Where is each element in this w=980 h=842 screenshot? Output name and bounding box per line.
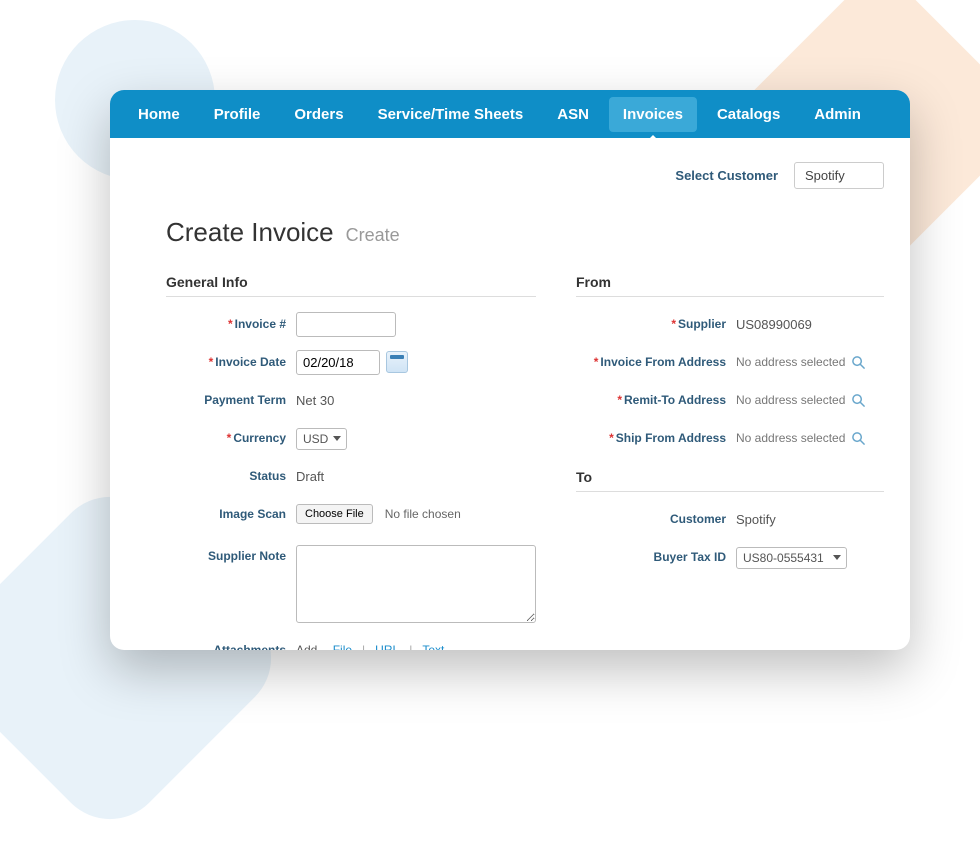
attachment-text-link[interactable]: Text	[422, 643, 444, 650]
invoice-number-label: Invoice #	[235, 317, 286, 331]
choose-file-button[interactable]: Choose File	[296, 504, 373, 524]
nav-profile[interactable]: Profile	[200, 97, 275, 132]
invoice-from-address-label: Invoice From Address	[600, 355, 726, 369]
invoice-date-label: Invoice Date	[215, 355, 286, 369]
supplier-note-label: Supplier Note	[208, 549, 286, 563]
supplier-note-textarea[interactable]	[296, 545, 536, 623]
supplier-value: US08990069	[736, 317, 884, 332]
nav-invoices[interactable]: Invoices	[609, 97, 697, 132]
to-customer-label: Customer	[670, 512, 726, 526]
page-title: Create Invoice Create	[166, 217, 884, 248]
search-icon[interactable]	[851, 431, 866, 446]
ship-from-address-label: Ship From Address	[616, 431, 726, 445]
remit-to-address-value: No address selected	[736, 393, 845, 407]
nav-orders[interactable]: Orders	[280, 97, 357, 132]
buyer-tax-id-label: Buyer Tax ID	[654, 550, 726, 564]
content-area: Select Customer Spotify Create Invoice C…	[110, 138, 910, 650]
status-value: Draft	[296, 469, 536, 484]
invoice-date-input[interactable]	[296, 350, 380, 375]
nav-admin[interactable]: Admin	[800, 97, 875, 132]
nav-catalogs[interactable]: Catalogs	[703, 97, 794, 132]
general-info-heading: General Info	[166, 274, 536, 297]
page-title-main: Create Invoice	[166, 217, 334, 248]
payment-term-label: Payment Term	[204, 393, 286, 407]
supplier-label: Supplier	[678, 317, 726, 331]
search-icon[interactable]	[851, 355, 866, 370]
from-heading: From	[576, 274, 884, 297]
app-window: Home Profile Orders Service/Time Sheets …	[110, 90, 910, 650]
search-icon[interactable]	[851, 393, 866, 408]
currency-label: Currency	[233, 431, 286, 445]
select-customer-row: Select Customer Spotify	[166, 162, 884, 189]
invoice-from-address-value: No address selected	[736, 355, 845, 369]
currency-select[interactable]: USD	[296, 428, 347, 450]
buyer-tax-id-select[interactable]: US80-0555431	[736, 547, 847, 569]
nav-asn[interactable]: ASN	[543, 97, 603, 132]
ship-from-address-value: No address selected	[736, 431, 845, 445]
file-status-text: No file chosen	[385, 507, 461, 521]
nav-home[interactable]: Home	[124, 97, 194, 132]
nav-bar: Home Profile Orders Service/Time Sheets …	[110, 90, 910, 138]
to-customer-value: Spotify	[736, 512, 884, 527]
select-customer-dropdown[interactable]: Spotify	[794, 162, 884, 189]
select-customer-label: Select Customer	[675, 168, 778, 183]
attachments-add-text: Add	[296, 643, 317, 650]
page-title-sub: Create	[346, 225, 400, 246]
status-label: Status	[249, 469, 286, 483]
from-to-section: From *Supplier US08990069 *Invoice From …	[576, 274, 884, 650]
image-scan-label: Image Scan	[219, 507, 286, 521]
remit-to-address-label: Remit-To Address	[624, 393, 726, 407]
invoice-number-input[interactable]	[296, 312, 396, 337]
attachment-url-link[interactable]: URL	[375, 643, 399, 650]
calendar-icon[interactable]	[386, 351, 408, 373]
payment-term-value: Net 30	[296, 393, 536, 408]
attachments-label: Attachments	[213, 643, 286, 650]
general-info-section: General Info *Invoice # *Invoice Date P	[166, 274, 536, 650]
nav-service-time-sheets[interactable]: Service/Time Sheets	[364, 97, 538, 132]
to-heading: To	[576, 469, 884, 492]
attachment-file-link[interactable]: File	[333, 643, 352, 650]
